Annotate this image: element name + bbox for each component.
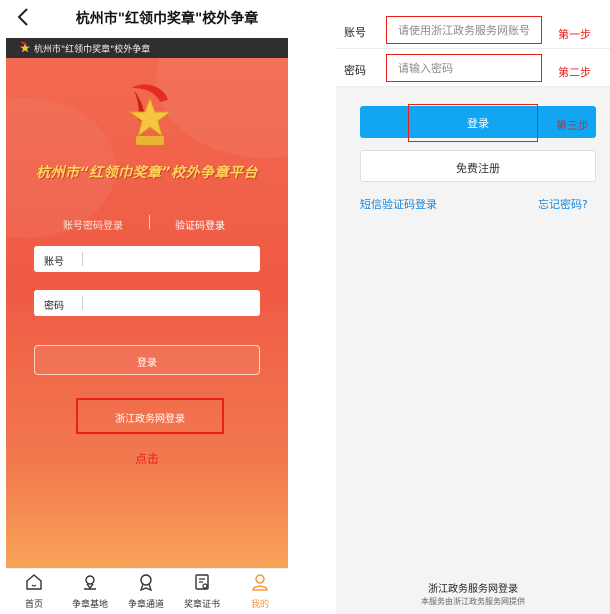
tab-account-password-login[interactable]: 账号密码登录 bbox=[52, 217, 134, 232]
account-row: 账号 第一步 bbox=[336, 12, 610, 49]
back-arrow-icon[interactable] bbox=[14, 6, 34, 28]
home-icon bbox=[26, 574, 42, 590]
password-field[interactable]: 密码 bbox=[34, 290, 260, 316]
red-scarf-medal-icon bbox=[128, 84, 172, 145]
nav-item-base[interactable]: 争章基地 bbox=[62, 573, 118, 610]
nav-item-channel[interactable]: 争章通道 bbox=[118, 573, 174, 610]
right-phone-screen: 账号 第一步 密码 第二步 登录 第三步 免费注册 短信验证码登录 忘记密码? … bbox=[336, 0, 610, 614]
field-cursor-divider bbox=[82, 252, 83, 266]
nav-item-mine[interactable]: 我的 bbox=[232, 573, 288, 610]
nav-label: 首页 bbox=[24, 600, 43, 610]
pioneer-badge-icon bbox=[20, 41, 30, 53]
subbar-title: 杭州市"红领巾奖章"校外争章 bbox=[34, 45, 151, 55]
account-label: 账号 bbox=[44, 257, 64, 268]
nav-label: 我的 bbox=[250, 600, 269, 610]
account-label: 账号 bbox=[344, 26, 366, 39]
login-button[interactable]: 登录 bbox=[34, 345, 260, 375]
tab-divider bbox=[149, 215, 150, 229]
page-title: 杭州市"红领巾奖章"校外争章 bbox=[75, 11, 259, 27]
click-annotation: 点击 bbox=[134, 452, 159, 466]
footer-note: 本服务由浙江政务服务网提供 bbox=[421, 597, 525, 606]
zhejiang-gov-login-link[interactable]: 浙江政务网登录 bbox=[76, 398, 224, 434]
password-label: 密码 bbox=[344, 64, 366, 77]
register-button[interactable]: 免费注册 bbox=[360, 150, 596, 182]
step-two-annotation: 第二步 bbox=[558, 66, 591, 79]
login-form: 账号 第一步 密码 第二步 bbox=[336, 0, 610, 87]
step-one-annotation: 第一步 bbox=[558, 28, 591, 41]
medal-icon bbox=[139, 574, 153, 591]
location-icon bbox=[84, 575, 96, 590]
left-phone-screen: 杭州市"红领巾奖章"校外争章 杭州市"红领巾奖章"校外争章 杭州市“红领巾奖章”… bbox=[6, 0, 288, 614]
bottom-navigation-bar: 首页 争章基地 争章通道 奖章证书 我的 bbox=[6, 568, 288, 614]
sms-login-link[interactable]: 短信验证码登录 bbox=[360, 196, 437, 212]
account-input[interactable] bbox=[398, 22, 538, 38]
login-hero-panel: 杭州市“红领巾奖章”校外争章平台 账号密码登录 验证码登录 账号 密码 登录 浙… bbox=[6, 58, 288, 568]
certificate-icon bbox=[195, 574, 209, 590]
nav-label: 奖章证书 bbox=[183, 600, 220, 610]
step-three-annotation: 第三步 bbox=[556, 119, 589, 132]
annotation-box bbox=[408, 104, 538, 142]
register-button-label: 免费注册 bbox=[456, 162, 500, 175]
user-icon bbox=[252, 574, 268, 591]
footer-title: 浙江政务服务网登录 bbox=[428, 584, 518, 595]
login-button-label: 登录 bbox=[137, 358, 157, 369]
password-label: 密码 bbox=[44, 301, 64, 312]
platform-title: 杭州市“红领巾奖章”校外争章平台 bbox=[35, 165, 259, 181]
nav-label: 争章基地 bbox=[71, 600, 108, 610]
account-field[interactable]: 账号 bbox=[34, 246, 260, 272]
password-input[interactable] bbox=[398, 60, 538, 76]
field-cursor-divider bbox=[82, 296, 83, 310]
top-navigation-bar: 杭州市"红领巾奖章"校外争章 bbox=[6, 0, 288, 34]
tab-verification-code-login[interactable]: 验证码登录 bbox=[164, 217, 236, 232]
nav-item-certificate[interactable]: 奖章证书 bbox=[174, 573, 230, 610]
mini-program-title-bar: 杭州市"红领巾奖章"校外争章 bbox=[6, 38, 288, 58]
zhejiang-gov-login-label: 浙江政务网登录 bbox=[115, 414, 185, 425]
password-row: 密码 第二步 bbox=[336, 50, 610, 87]
nav-label: 争章通道 bbox=[127, 600, 164, 610]
forgot-password-link[interactable]: 忘记密码? bbox=[538, 196, 588, 212]
screenshot-gap bbox=[288, 0, 336, 614]
nav-item-home[interactable]: 首页 bbox=[6, 573, 62, 610]
